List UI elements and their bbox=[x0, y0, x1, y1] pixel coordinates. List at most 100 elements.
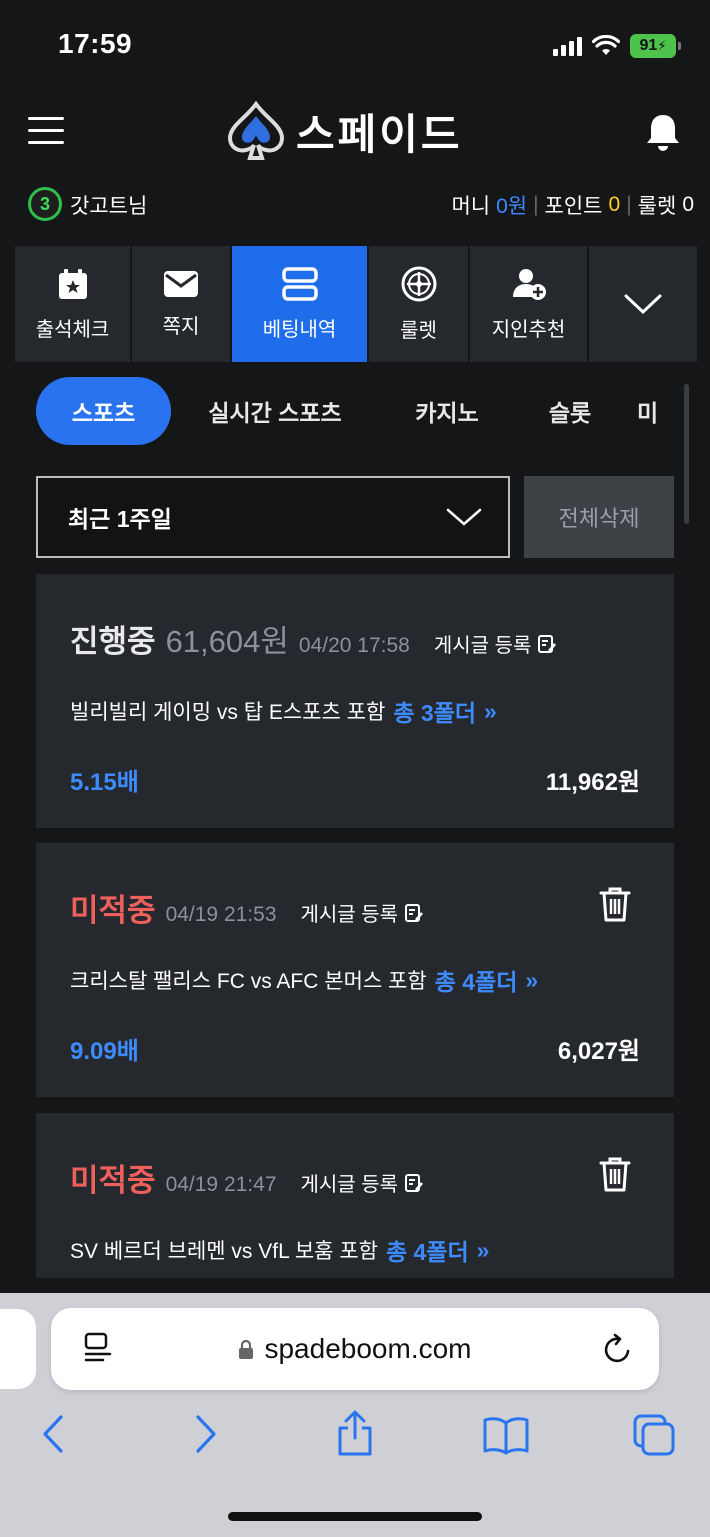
url-text: spadeboom.com bbox=[264, 1333, 472, 1364]
bet-card-header: 미적중 04/19 21:53 게시글 등록 bbox=[70, 885, 424, 930]
bet-card[interactable]: 미적중 04/19 21:53 게시글 등록 크리스탈 팰리스 FC vs AF… bbox=[36, 843, 674, 1097]
site-logo[interactable]: 스페이드 bbox=[224, 98, 463, 164]
battery-icon: 91 ⚡ bbox=[630, 34, 681, 58]
quick-menu-roulette[interactable]: 룰렛 bbox=[369, 246, 468, 362]
quick-menu: 출석체크 쪽지 베팅내역 룰렛 지인추천 bbox=[15, 246, 697, 362]
tab-sports[interactable]: 스포츠 bbox=[36, 377, 171, 445]
quick-menu-label: 룰렛 bbox=[400, 319, 437, 342]
bet-match: 크리스탈 팰리스 FC vs AFC 본머스 포함 bbox=[70, 970, 427, 993]
quick-menu-attendance[interactable]: 출석체크 bbox=[15, 246, 130, 362]
tab-more[interactable]: 미 bbox=[625, 377, 686, 445]
signal-icon bbox=[553, 36, 582, 56]
double-chevron-right-icon: » bbox=[525, 966, 539, 993]
bet-odds: 9.09배 bbox=[70, 1038, 139, 1065]
bet-datetime: 04/19 21:53 bbox=[165, 903, 277, 926]
address-bar[interactable]: spadeboom.com bbox=[51, 1308, 659, 1390]
quick-menu-messages[interactable]: 쪽지 bbox=[132, 246, 230, 362]
level-badge: 3 bbox=[28, 187, 62, 221]
bet-match: SV 베르더 브레멘 vs VfL 보훔 포함 bbox=[70, 1240, 378, 1263]
clock: 17:59 bbox=[58, 28, 133, 59]
chevron-down-icon bbox=[624, 294, 662, 315]
post-register-label: 게시글 등록 bbox=[300, 904, 399, 926]
point-label: 포인트 bbox=[544, 195, 603, 218]
quick-menu-label: 지인추천 bbox=[491, 318, 566, 341]
double-chevron-right-icon: » bbox=[476, 1236, 490, 1263]
bet-status: 미적중 bbox=[70, 1163, 156, 1198]
bet-status: 진행중 bbox=[70, 624, 156, 659]
bet-win-amount: 6,027원 bbox=[557, 1038, 640, 1065]
quick-menu-expand[interactable] bbox=[589, 246, 697, 362]
bet-list-icon bbox=[281, 266, 318, 301]
username[interactable]: 갓고트님 bbox=[70, 190, 147, 220]
period-select[interactable]: 최근 1주일 bbox=[36, 476, 510, 558]
bet-folder-link[interactable]: 총 4폴더 bbox=[386, 1233, 469, 1267]
reload-icon[interactable] bbox=[603, 1333, 633, 1365]
divider: | bbox=[533, 193, 539, 216]
bet-datetime: 04/20 17:58 bbox=[298, 634, 410, 657]
home-indicator[interactable] bbox=[228, 1512, 482, 1521]
forward-icon[interactable] bbox=[193, 1414, 219, 1454]
bet-card-header: 진행중 61,604원 04/20 17:58 게시글 등록 bbox=[70, 616, 557, 661]
bookmarks-icon[interactable] bbox=[482, 1415, 530, 1455]
quick-menu-label: 베팅내역 bbox=[262, 318, 337, 341]
post-register-button[interactable]: 게시글 등록 bbox=[434, 629, 558, 658]
quick-menu-referral[interactable]: 지인추천 bbox=[470, 246, 587, 362]
bet-card-header: 미적중 04/19 21:47 게시글 등록 bbox=[70, 1155, 424, 1200]
logo-text: 스페이드 bbox=[296, 109, 463, 159]
envelope-icon bbox=[164, 270, 198, 297]
status-icons: 91 ⚡ bbox=[553, 33, 681, 59]
post-register-button[interactable]: 게시글 등록 bbox=[301, 1168, 425, 1197]
spade-logo-icon bbox=[227, 100, 285, 160]
category-tabs: 스포츠 실시간 스포츠 카지노 슬롯 미 bbox=[36, 377, 686, 445]
post-register-label: 게시글 등록 bbox=[300, 1174, 399, 1196]
roulette-label: 룰렛 bbox=[637, 195, 677, 218]
delete-all-button[interactable]: 전체삭제 bbox=[524, 476, 674, 558]
bet-folder-link[interactable]: 총 4폴더 bbox=[435, 963, 518, 997]
lock-icon bbox=[239, 1339, 254, 1359]
bet-folder-link[interactable]: 총 3폴더 bbox=[393, 694, 476, 728]
balance-bar: 머니 0원 | 포인트 0 | 룰렛 0 bbox=[451, 190, 694, 220]
tab-casino[interactable]: 카지노 bbox=[379, 377, 515, 445]
quick-menu-label: 출석체크 bbox=[35, 318, 110, 341]
trash-icon[interactable] bbox=[598, 1155, 632, 1193]
status-bar: 17:59 91 ⚡ bbox=[0, 0, 710, 90]
roulette-value: 0 bbox=[682, 193, 694, 216]
double-chevron-right-icon: » bbox=[484, 697, 497, 724]
previous-tab-preview[interactable] bbox=[0, 1309, 36, 1389]
bet-card[interactable]: 미적중 04/19 21:47 게시글 등록 SV 베르더 브레멘 vs VfL… bbox=[36, 1113, 674, 1278]
tabs-icon[interactable] bbox=[633, 1414, 677, 1456]
post-register-label: 게시글 등록 bbox=[433, 635, 532, 657]
bet-match-row: 크리스탈 팰리스 FC vs AFC 본머스 포함 총 4폴더 » bbox=[70, 963, 538, 997]
address-bar-content: spadeboom.com bbox=[51, 1308, 659, 1390]
trash-icon[interactable] bbox=[598, 885, 632, 923]
wifi-icon bbox=[592, 35, 620, 55]
period-select-value: 최근 1주일 bbox=[68, 506, 172, 532]
bet-match-row: 빌리빌리 게이밍 vs 탑 E스포츠 포함 총 3폴더 » bbox=[70, 694, 497, 728]
roulette-icon bbox=[401, 266, 436, 301]
battery-level: 91 bbox=[639, 37, 658, 54]
chevron-down-icon bbox=[446, 508, 482, 526]
bet-win-amount: 11,962원 bbox=[545, 769, 640, 796]
bet-status: 미적중 bbox=[70, 893, 156, 928]
hamburger-menu-icon[interactable] bbox=[28, 117, 64, 147]
share-icon[interactable] bbox=[336, 1410, 374, 1456]
back-icon[interactable] bbox=[40, 1414, 66, 1454]
edit-icon bbox=[538, 634, 557, 653]
add-user-icon bbox=[512, 268, 546, 300]
tab-live-sports[interactable]: 실시간 스포츠 bbox=[171, 377, 379, 445]
quick-menu-bet-history[interactable]: 베팅내역 bbox=[232, 246, 367, 362]
bet-datetime: 04/19 21:47 bbox=[165, 1173, 277, 1196]
bet-card[interactable]: 진행중 61,604원 04/20 17:58 게시글 등록 빌리빌리 게이밍 … bbox=[36, 574, 674, 828]
scrollbar[interactable] bbox=[684, 384, 689, 524]
bet-match: 빌리빌리 게이밍 vs 탑 E스포츠 포함 bbox=[70, 701, 386, 724]
bet-match-row: SV 베르더 브레멘 vs VfL 보훔 포함 총 4폴더 » bbox=[70, 1233, 489, 1267]
bet-odds: 5.15배 bbox=[70, 769, 139, 796]
edit-icon bbox=[405, 903, 424, 922]
calendar-star-icon bbox=[58, 268, 87, 299]
money-value: 0원 bbox=[496, 195, 528, 218]
post-register-button[interactable]: 게시글 등록 bbox=[301, 898, 425, 927]
bell-icon[interactable] bbox=[645, 112, 681, 152]
edit-icon bbox=[405, 1173, 424, 1192]
bet-amount: 61,604원 bbox=[165, 624, 289, 659]
tab-slot[interactable]: 슬롯 bbox=[515, 377, 625, 445]
